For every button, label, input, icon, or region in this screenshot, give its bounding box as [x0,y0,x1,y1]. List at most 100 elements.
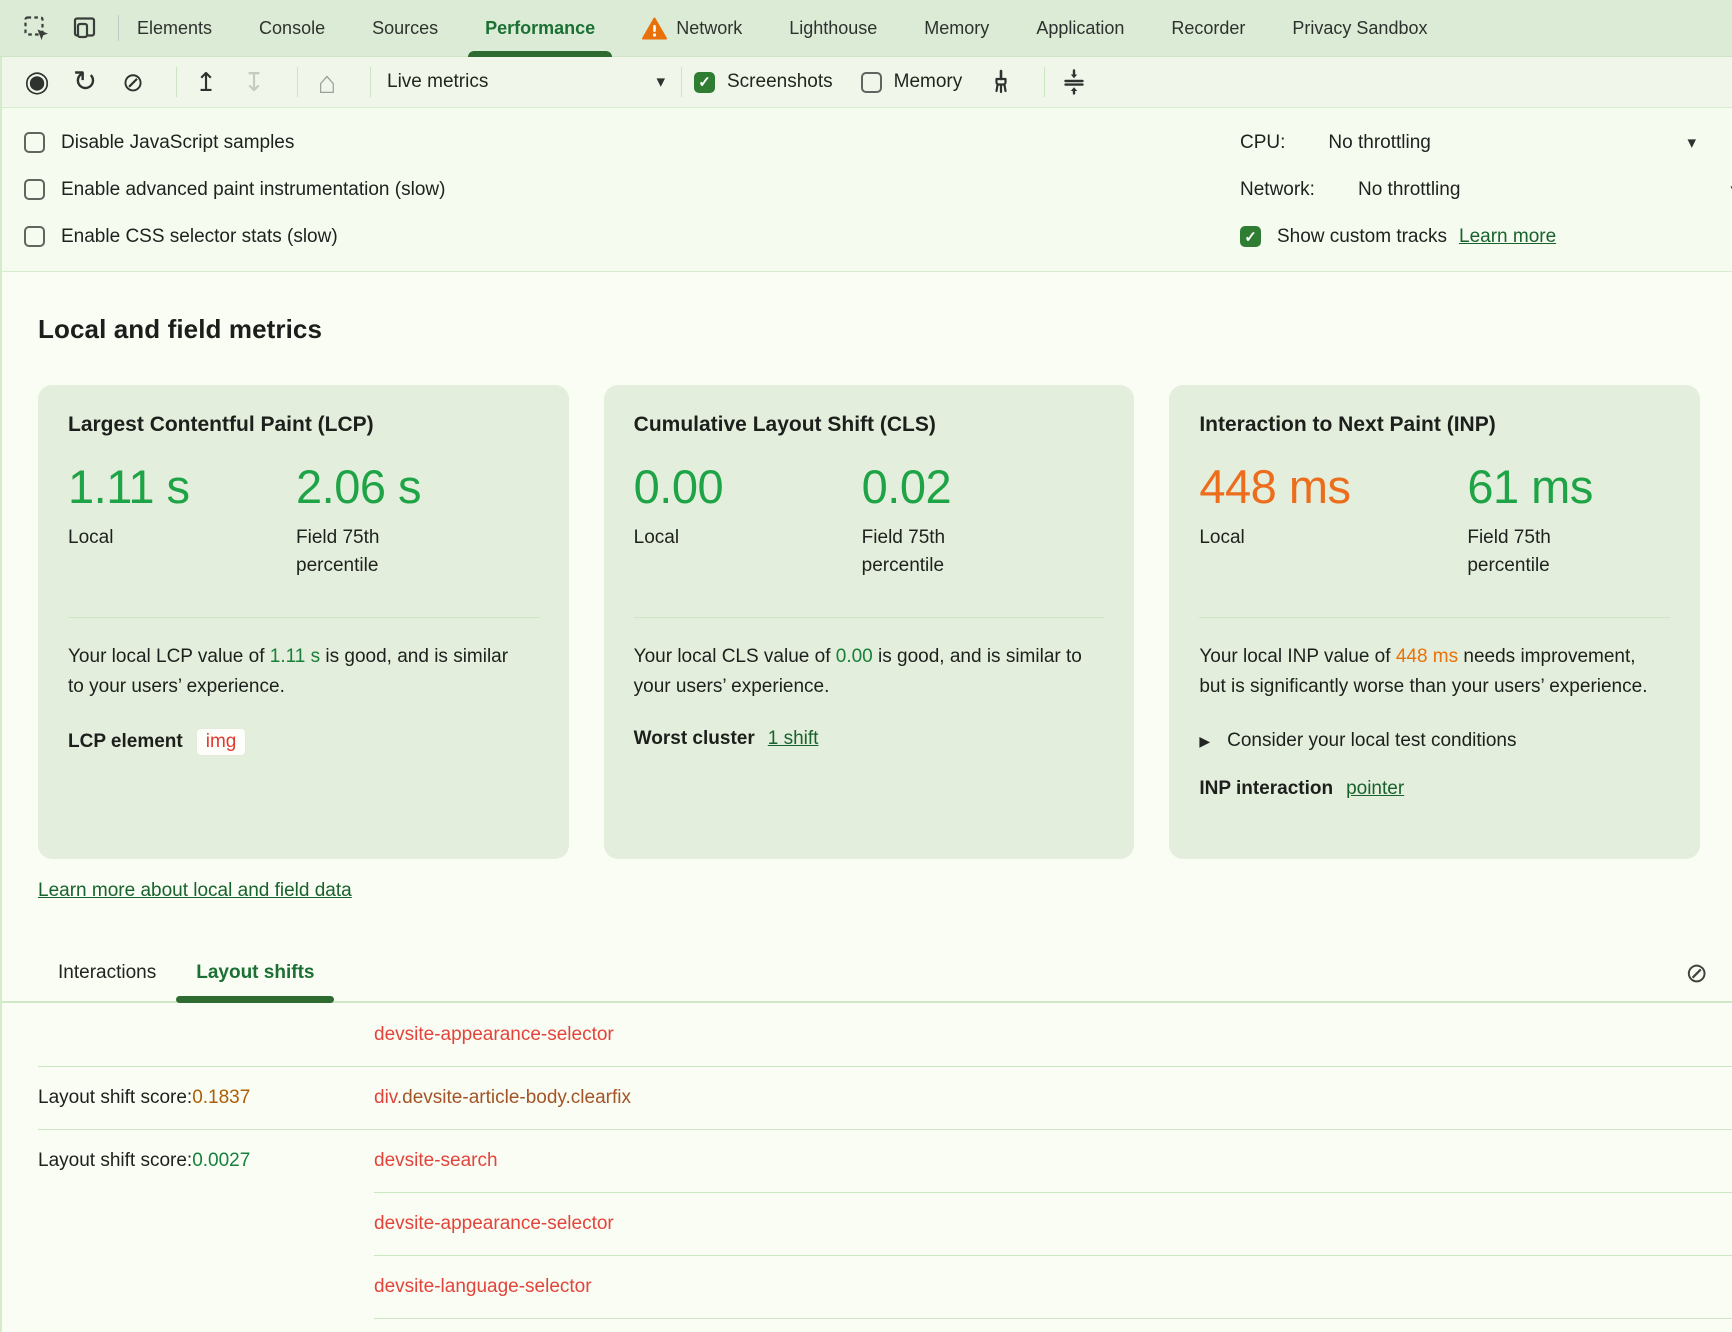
lcp-card: Largest Contentful Paint (LCP) 1.11 s Lo… [38,385,569,859]
lcp-description: Your local LCP value of 1.11 s is good, … [68,642,526,702]
device-toolbar-icon[interactable] [68,12,100,44]
inp-card-title: Interaction to Next Paint (INP) [1199,413,1670,437]
layout-shifts-table: devsite-appearance-selector Layout shift… [2,1003,1732,1332]
layout-shift-score: 0.1837 [192,1087,250,1109]
memory-checkbox-row[interactable]: Memory [861,71,963,93]
cls-local-value: 0.00 [634,459,862,514]
save-profile-icon[interactable]: ↧ [237,65,271,99]
logs-tabbar: Interactions Layout shifts ⊘ [2,945,1732,1003]
local-test-conditions-disclosure[interactable]: ▶ Consider your local test conditions [1199,730,1670,752]
memory-label: Memory [894,71,963,93]
record-icon[interactable]: ◉ [20,65,54,99]
tab-console[interactable]: Console [259,0,325,57]
show-custom-tracks-checkbox[interactable]: ✓ [1240,226,1261,247]
node-link[interactable]: devsite-appearance-selector [374,1024,614,1046]
table-row[interactable]: devsite-appearance-selector [38,1192,1732,1255]
tab-network-label: Network [676,18,742,39]
table-row[interactable]: devsite-language-selector [38,1255,1732,1318]
toolbar-separator [297,67,298,97]
disclosure-triangle-icon: ▶ [1199,733,1210,750]
node-link[interactable]: devsite-language-selector [374,1276,592,1298]
record-and-reload-icon[interactable]: ↻ [68,65,102,99]
lcp-local-value: 1.11 s [68,459,296,514]
worst-cluster-label: Worst cluster [634,728,755,750]
tab-network[interactable]: Network [642,0,742,57]
table-row[interactable]: devsite-appearance-selector [38,1003,1732,1066]
tab-lighthouse[interactable]: Lighthouse [789,0,877,57]
screenshots-label: Screenshots [727,71,833,93]
tab-sources[interactable]: Sources [372,0,438,57]
tabbar-separator [118,15,119,41]
tab-memory[interactable]: Memory [924,0,989,57]
load-profile-icon[interactable]: ↥ [189,65,223,99]
tab-privacy-sandbox[interactable]: Privacy Sandbox [1292,0,1427,57]
cpu-throttling-select[interactable]: No throttling [1328,132,1430,154]
card-divider [68,617,539,618]
table-row[interactable]: Layout shift score: 0.0027 devsite-searc… [38,1129,1732,1192]
clear-icon[interactable]: ⊘ [116,65,150,99]
throttling-settings: CPU: No throttling ▾ Network: No throttl… [1240,119,1732,260]
home-icon[interactable]: ⌂ [310,65,344,99]
node-link[interactable]: devsite-appearance-selector [374,1213,614,1235]
disable-js-samples-label: Disable JavaScript samples [61,132,294,154]
cls-card-title: Cumulative Layout Shift (CLS) [634,413,1105,437]
advanced-paint-label: Enable advanced paint instrumentation (s… [61,179,445,201]
page-title: Local and field metrics [38,314,1732,345]
tab-performance[interactable]: Performance [485,0,595,57]
tab-recorder[interactable]: Recorder [1171,0,1245,57]
learn-more-link[interactable]: Learn more [1459,226,1556,248]
cls-card: Cumulative Layout Shift (CLS) 0.00 Local… [604,385,1135,859]
collapse-vertical-icon[interactable] [1057,65,1091,99]
toolbar-separator [1044,67,1045,97]
cls-description: Your local CLS value of 0.00 is good, an… [634,642,1092,702]
tab-application[interactable]: Application [1036,0,1124,57]
chevron-down-icon[interactable]: ▾ [1687,133,1696,153]
table-row[interactable]: div.devsite-floating-action-buttons [38,1318,1732,1332]
tab-elements[interactable]: Elements [137,0,212,57]
network-throttling-select[interactable]: No throttling [1358,179,1460,201]
screenshots-checkbox[interactable]: ✓ [694,72,715,93]
metric-cards: Largest Contentful Paint (LCP) 1.11 s Lo… [38,385,1700,859]
screenshots-checkbox-row[interactable]: ✓ Screenshots [694,71,833,93]
advanced-paint-checkbox[interactable] [24,179,45,200]
css-selector-stats-label: Enable CSS selector stats (slow) [61,226,338,248]
disable-js-samples-checkbox[interactable] [24,132,45,153]
memory-checkbox[interactable] [861,72,882,93]
local-test-conditions-label: Consider your local test conditions [1227,730,1516,752]
node-link[interactable]: div.devsite-article-body.clearfix [374,1087,631,1109]
show-custom-tracks-row[interactable]: ✓ Show custom tracks Learn more [1240,213,1732,260]
lcp-element-node-link[interactable]: img [196,728,247,756]
node-link[interactable]: devsite-search [374,1150,498,1172]
inp-interaction-link[interactable]: pointer [1346,778,1404,800]
lcp-field-label: Field 75th percentile [296,524,418,579]
learn-more-field-data-link[interactable]: Learn more about local and field data [38,880,352,901]
show-custom-tracks-label: Show custom tracks [1277,226,1447,248]
inp-interaction-label: INP interaction [1199,778,1333,800]
inspect-element-icon[interactable] [20,12,52,44]
lcp-card-title: Largest Contentful Paint (LCP) [68,413,539,437]
network-label: Network: [1240,179,1315,201]
performance-toolbar: ◉ ↻ ⊘ ↥ ↧ ⌂ Live metrics ▾ ✓ Screenshots… [2,57,1732,108]
inp-card: Interaction to Next Paint (INP) 448 ms L… [1169,385,1700,859]
lcp-field-value: 2.06 s [296,459,421,514]
cls-local-label: Local [634,524,862,552]
history-dropdown-value: Live metrics [387,71,488,93]
live-metrics-view: Local and field metrics Largest Contentf… [2,314,1732,1332]
inp-local-label: Local [1199,524,1467,552]
toolbar-separator [681,67,682,97]
layout-shift-score: 0.0027 [192,1150,250,1172]
clear-log-icon[interactable]: ⊘ [1685,960,1708,987]
tab-layout-shifts[interactable]: Layout shifts [176,945,334,1001]
history-dropdown[interactable]: Live metrics ▾ [387,71,665,93]
worst-cluster-link[interactable]: 1 shift [768,728,819,750]
css-selector-stats-checkbox[interactable] [24,226,45,247]
inp-description: Your local INP value of 448 ms needs imp… [1199,642,1657,702]
inp-field-label: Field 75th percentile [1467,524,1589,579]
tab-interactions[interactable]: Interactions [38,945,176,1001]
chevron-down-icon: ▾ [656,72,665,92]
cls-field-label: Field 75th percentile [862,524,984,579]
cls-field-value: 0.02 [862,459,984,514]
gc-broom-icon[interactable] [984,65,1018,99]
table-row[interactable]: Layout shift score: 0.1837 div.devsite-a… [38,1066,1732,1129]
cpu-throttling-row: CPU: No throttling ▾ [1240,119,1732,166]
